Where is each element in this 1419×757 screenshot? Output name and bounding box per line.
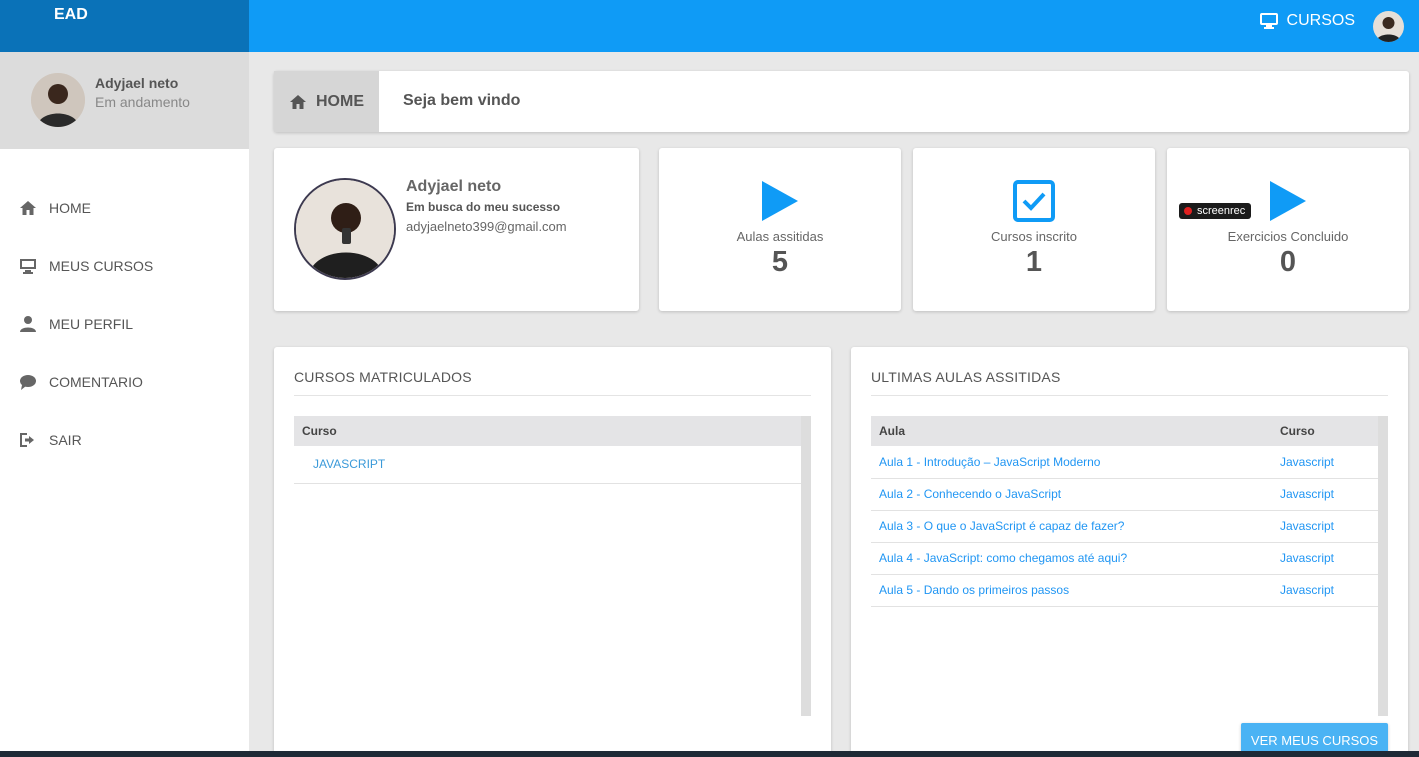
sidebar: Adyjael neto Em andamento HOME MEUS CURS… xyxy=(0,52,249,757)
lesson-link[interactable]: Aula 4 - JavaScript: como chegamos até a… xyxy=(871,542,1272,575)
monitor-icon xyxy=(1259,13,1278,29)
home-icon xyxy=(290,94,306,109)
table-row: JAVASCRIPT xyxy=(294,446,801,484)
sidebar-profile: Adyjael neto Em andamento xyxy=(0,52,249,149)
column-header-curso: Curso xyxy=(294,416,801,446)
table-row: Aula 1 - Introdução – JavaScript Moderno… xyxy=(871,446,1378,479)
stat-value: 5 xyxy=(771,246,789,278)
sidebar-item-label: HOME xyxy=(49,200,91,216)
divider xyxy=(294,395,811,396)
scrollbar[interactable] xyxy=(1378,416,1388,716)
top-bar: EAD CURSOS xyxy=(0,0,1419,52)
sidebar-item-label: MEU PERFIL xyxy=(49,316,134,332)
stat-label: Aulas assitidas xyxy=(736,229,824,244)
course-link[interactable]: Javascript xyxy=(1272,542,1378,575)
stat-value: 0 xyxy=(1279,246,1297,278)
courses-label: CURSOS xyxy=(1286,12,1355,29)
screenrec-watermark: screenrec xyxy=(1179,203,1252,219)
profile-name: Adyjael neto xyxy=(406,178,502,195)
stat-card-cursos: Cursos inscrito 1 xyxy=(913,148,1155,311)
column-header-aula: Aula xyxy=(871,416,1272,446)
divider xyxy=(871,395,1388,396)
recent-table: Aula Curso Aula 1 - Introdução – JavaScr… xyxy=(871,416,1378,607)
user-icon xyxy=(20,316,36,332)
stat-value: 1 xyxy=(1025,246,1043,278)
page-title: Seja bem vindo xyxy=(403,92,521,109)
avatar xyxy=(294,178,396,280)
sidebar-item-label: SAIR xyxy=(49,432,82,448)
breadcrumb: HOME Seja bem vindo xyxy=(274,71,1409,132)
course-link[interactable]: Javascript xyxy=(1272,478,1378,511)
sidebar-item-home[interactable]: HOME xyxy=(0,179,249,237)
enrolled-table: Curso JAVASCRIPT xyxy=(294,416,801,484)
sidebar-user-name: Adyjael neto xyxy=(95,75,179,91)
brand-area[interactable]: EAD xyxy=(0,0,249,52)
user-avatar[interactable] xyxy=(1373,11,1404,42)
play-icon xyxy=(760,179,800,228)
breadcrumb-home-label: HOME xyxy=(316,92,364,110)
table-row: Aula 3 - O que o JavaScript é capaz de f… xyxy=(871,510,1378,543)
sidebar-item-comentario[interactable]: COMENTARIO xyxy=(0,353,249,411)
column-header-curso: Curso xyxy=(1272,416,1378,446)
course-link[interactable]: JAVASCRIPT xyxy=(294,446,801,484)
course-link[interactable]: Javascript xyxy=(1272,574,1378,607)
lesson-link[interactable]: Aula 2 - Conhecendo o JavaScript xyxy=(871,478,1272,511)
monitor-icon xyxy=(20,259,36,274)
sidebar-item-label: MEUS CURSOS xyxy=(49,258,154,274)
logout-icon xyxy=(20,433,34,447)
lesson-link[interactable]: Aula 5 - Dando os primeiros passos xyxy=(871,574,1272,607)
sidebar-item-sair[interactable]: SAIR xyxy=(0,411,249,469)
play-icon xyxy=(1268,179,1308,228)
sidebar-item-label: COMENTARIO xyxy=(49,374,143,390)
course-link[interactable]: Javascript xyxy=(1272,446,1378,479)
enrolled-courses-panel: CURSOS MATRICULADOS Curso JAVASCRIPT xyxy=(274,347,831,757)
breadcrumb-home[interactable]: HOME xyxy=(274,71,379,132)
comment-icon xyxy=(20,375,36,390)
stat-label: Cursos inscrito xyxy=(991,229,1077,244)
profile-slogan: Em busca do meu sucesso xyxy=(406,200,561,214)
profile-card: Adyjael neto Em busca do meu sucesso ady… xyxy=(274,148,639,311)
lesson-link[interactable]: Aula 1 - Introdução – JavaScript Moderno xyxy=(871,446,1272,479)
home-icon xyxy=(20,201,36,215)
taskbar-strip xyxy=(0,751,1419,757)
profile-email: adyjaelneto399@gmail.com xyxy=(406,219,567,234)
table-row: Aula 5 - Dando os primeiros passos Javas… xyxy=(871,574,1378,607)
brand-title: EAD xyxy=(54,6,88,23)
courses-link[interactable]: CURSOS xyxy=(1259,12,1355,30)
course-link[interactable]: Javascript xyxy=(1272,510,1378,543)
sidebar-item-meu-perfil[interactable]: MEU PERFIL xyxy=(0,295,249,353)
sidebar-user-status: Em andamento xyxy=(95,94,190,110)
lesson-link[interactable]: Aula 3 - O que o JavaScript é capaz de f… xyxy=(871,510,1272,543)
panel-title: ULTIMAS AULAS ASSITIDAS xyxy=(871,369,1061,385)
table-row: Aula 2 - Conhecendo o JavaScript Javascr… xyxy=(871,478,1378,511)
avatar xyxy=(31,73,85,127)
stat-card-aulas: Aulas assitidas 5 xyxy=(659,148,901,311)
stat-label: Exercicios Concluido xyxy=(1227,229,1349,244)
table-row: Aula 4 - JavaScript: como chegamos até a… xyxy=(871,542,1378,575)
stat-card-exercicios: screenrec Exercicios Concluido 0 xyxy=(1167,148,1409,311)
sidebar-item-meus-cursos[interactable]: MEUS CURSOS xyxy=(0,237,249,295)
checkbox-icon xyxy=(1012,179,1056,228)
panel-title: CURSOS MATRICULADOS xyxy=(294,369,472,385)
sidebar-nav: HOME MEUS CURSOS MEU PERFIL COMENTARIO S… xyxy=(0,179,249,469)
recent-lessons-panel: ULTIMAS AULAS ASSITIDAS Aula Curso Aula … xyxy=(851,347,1408,757)
scrollbar[interactable] xyxy=(801,416,811,716)
